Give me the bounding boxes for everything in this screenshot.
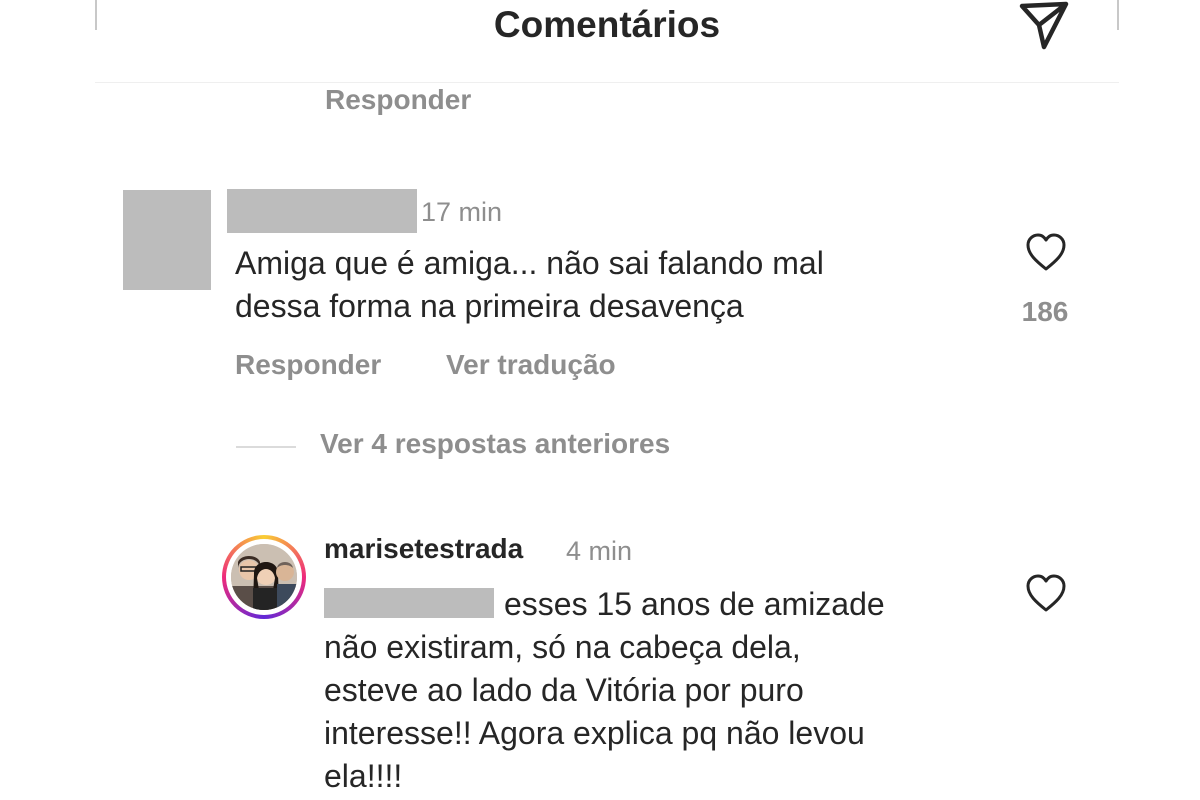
username-redacted[interactable] [227,189,417,233]
reply-text-line: ela!!!! [324,758,403,794]
reply-button[interactable]: Responder [235,349,381,381]
comment-timestamp: 17 min [421,197,503,227]
avatar[interactable] [222,535,306,619]
see-translation-button[interactable]: Ver tradução [446,349,616,381]
reply-username[interactable]: marisetestrada [324,533,523,565]
like-count[interactable]: 186 [1005,296,1085,328]
heart-outline-icon[interactable] [1024,572,1068,614]
reply-text-line: não existiram, só na cabeça dela, [324,629,801,665]
avatar-ring-gap [226,539,302,615]
avatar[interactable] [123,190,211,290]
reply-button[interactable]: Responder [325,84,471,116]
reply-text-line: esteve ao lado da Vitória por puro [324,672,804,708]
view-previous-replies-button[interactable]: Ver 4 respostas anteriores [320,428,670,460]
replies-divider [236,446,296,448]
comment-text: Amiga que é amiga... não sai falando mal… [235,242,824,328]
paper-plane-icon[interactable] [1017,0,1071,52]
avatar-image [231,544,297,610]
avatar-photo [231,544,297,610]
reply-text: esses 15 anos de amizade não existiram, … [324,583,885,798]
reply-timestamp: 4 min [566,536,633,566]
reply-text-line: esses 15 anos de amizade [504,586,885,622]
comments-header: Comentários [95,0,1119,83]
reply-text-line: interesse!! Agora explica pq não levou [324,715,865,751]
comment-text-line: Amiga que é amiga... não sai falando mal [235,245,824,281]
comment-text-line: dessa forma na primeira desavença [235,288,744,324]
page-title: Comentários [493,4,721,45]
heart-outline-icon[interactable] [1024,231,1068,273]
